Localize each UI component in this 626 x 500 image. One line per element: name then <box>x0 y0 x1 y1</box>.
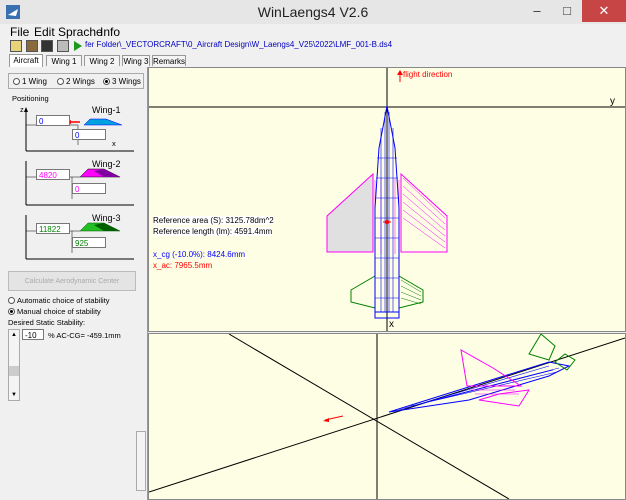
wing-2-label: Wing-2 <box>92 159 121 169</box>
perspective-view-canvas <box>149 334 625 499</box>
open-file-icon[interactable] <box>26 40 38 52</box>
tab-wing1[interactable]: Wing 1 <box>46 55 82 66</box>
calculate-aerodynamic-center-button[interactable]: Calculate Aerodynamic Center <box>8 271 136 291</box>
top-view-canvas <box>149 68 625 331</box>
scroll-up-arrow-icon[interactable]: ▲ <box>10 331 18 339</box>
save-icon[interactable] <box>41 40 53 52</box>
open-folder-icon[interactable] <box>10 40 22 52</box>
tab-wing2[interactable]: Wing 2 <box>84 55 120 66</box>
wing-3-x-input[interactable]: 925 <box>72 237 106 248</box>
radio-dot[interactable] <box>8 308 15 315</box>
radio-label: 3 Wings <box>112 77 141 86</box>
wing-count-group: 1 Wing 2 Wings 3 Wings <box>8 73 144 89</box>
wing-1-z-input[interactable]: 0 <box>36 115 70 126</box>
stability-value-input[interactable]: -10 <box>22 329 44 340</box>
left-panel: 1 Wing 2 Wings 3 Wings Positioning z x W… <box>0 67 148 500</box>
radio-manual-stability[interactable]: Manual choice of stability <box>8 307 101 316</box>
desired-stability-label: Desired Static Stability: <box>8 318 86 327</box>
radio-label: Automatic choice of stability <box>17 296 110 305</box>
menu-bar: File Edit Sprache Info <box>0 24 626 39</box>
menu-sprache[interactable]: Sprache <box>58 25 103 39</box>
wing-2-z-input[interactable]: 4820 <box>36 169 70 180</box>
positioning-label: Positioning <box>12 94 49 103</box>
close-button[interactable]: ✕ <box>582 0 626 22</box>
radio-label: 1 Wing <box>22 77 47 86</box>
x-cg-text: x_cg (-10.0%): 8424.6mm <box>153 250 246 259</box>
scroll-down-arrow-icon[interactable]: ▼ <box>10 391 18 399</box>
y-axis-label: y <box>610 96 615 107</box>
stability-scrollbar[interactable]: ▲ ▼ <box>8 329 20 401</box>
reference-length-text: Reference length (lm): 4591.4mm <box>153 227 273 236</box>
stability-unit-text: % AC-CG= -459.1mm <box>48 331 121 340</box>
radio-3-wings[interactable]: 3 Wings <box>103 77 141 86</box>
x-axis-label: x <box>389 319 394 330</box>
tab-bar: Aircraft Wing 1 Wing 2 Wing 3 Remarks <box>0 54 626 67</box>
radio-1-wing[interactable]: 1 Wing <box>13 77 47 86</box>
toolbar: fer Folder\_VECTORCRAFT\0_Aircraft Desig… <box>0 39 626 54</box>
radio-dot[interactable] <box>13 78 20 85</box>
menu-file[interactable]: File <box>10 25 29 39</box>
wing-3-label: Wing-3 <box>92 213 121 223</box>
reference-area-text: Reference area (S): 3125.78dm^2 <box>153 216 274 225</box>
maximize-button[interactable]: □ <box>552 0 582 22</box>
menu-edit[interactable]: Edit <box>34 25 55 39</box>
tab-aircraft[interactable]: Aircraft <box>9 54 43 67</box>
z-axis-label: z <box>20 105 24 114</box>
radio-label: 2 Wings <box>66 77 95 86</box>
wing-1-x-input[interactable]: 0 <box>72 129 106 140</box>
top-view-pane[interactable]: flight direction y x Reference area (S):… <box>148 67 626 332</box>
flight-direction-label: flight direction <box>403 70 453 79</box>
scroll-thumb[interactable] <box>9 366 19 376</box>
print-icon[interactable] <box>57 40 69 52</box>
x-ac-text: x_ac: 7965.5mm <box>153 261 213 270</box>
radio-2-wings[interactable]: 2 Wings <box>57 77 95 86</box>
run-icon[interactable] <box>73 40 83 52</box>
radio-dot[interactable] <box>103 78 110 85</box>
wing-2-x-input[interactable]: 0 <box>72 183 106 194</box>
radio-automatic-stability[interactable]: Automatic choice of stability <box>8 296 110 305</box>
x-axis-label: x <box>112 139 116 148</box>
radio-dot[interactable] <box>57 78 64 85</box>
menu-info[interactable]: Info <box>100 25 120 39</box>
tab-remarks[interactable]: Remarks <box>152 55 186 66</box>
panel-scrollbar[interactable] <box>136 431 146 491</box>
title-bar: WinLaengs4 V2.6 – □ ✕ <box>0 0 626 25</box>
radio-dot[interactable] <box>8 297 15 304</box>
file-path: fer Folder\_VECTORCRAFT\0_Aircraft Desig… <box>85 40 393 49</box>
perspective-view-pane[interactable] <box>148 333 626 500</box>
radio-label: Manual choice of stability <box>17 307 101 316</box>
wing-3-z-input[interactable]: 11822 <box>36 223 70 234</box>
minimize-button[interactable]: – <box>522 0 552 22</box>
wing-1-label: Wing-1 <box>92 105 121 115</box>
tab-wing3[interactable]: Wing 3 <box>122 55 150 66</box>
